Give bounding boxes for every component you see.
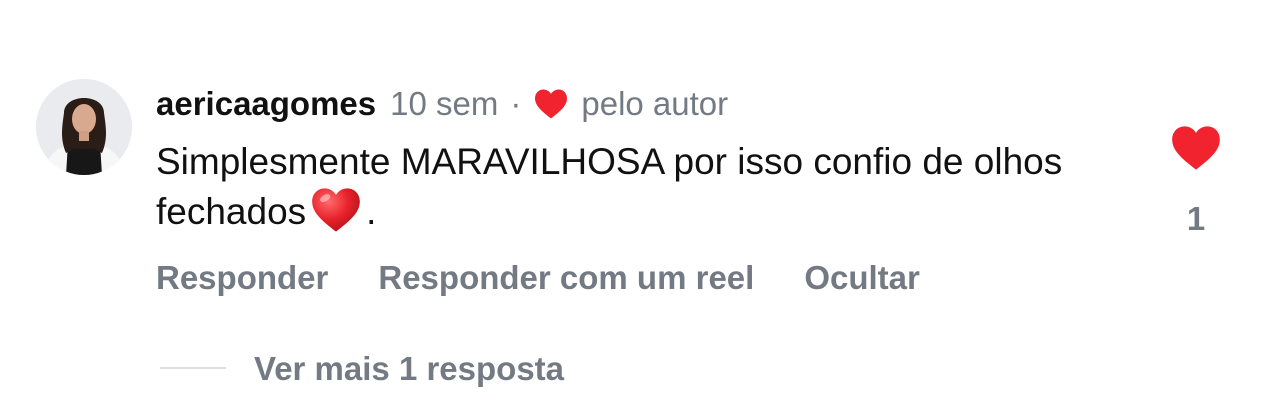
like-count: 1 (1186, 200, 1206, 237)
timestamp: 10 sem (390, 85, 499, 122)
reply-button[interactable]: Responder (156, 259, 328, 297)
like-heart-icon[interactable] (1170, 124, 1222, 172)
heart-icon (533, 88, 569, 120)
reply-with-reel-button[interactable]: Responder com um reel (378, 259, 754, 297)
replies-divider (160, 367, 226, 369)
hide-button[interactable]: Ocultar (804, 259, 920, 297)
avatar-photo (36, 79, 132, 175)
comment-actions: Responder Responder com um reel Ocultar (156, 256, 920, 300)
liked-by-author-label: pelo autor (581, 85, 729, 122)
separator-dot: · (510, 85, 522, 122)
view-replies-button[interactable]: Ver mais 1 resposta (254, 347, 564, 391)
comment-text-end: . (366, 191, 377, 232)
comment-header: aericaagomes 10 sem · pelo autor (156, 84, 728, 124)
avatar[interactable] (36, 79, 132, 175)
heart-emoji-icon (310, 186, 362, 234)
username[interactable]: aericaagomes (156, 85, 376, 123)
comment-text: Simplesmente MARAVILHOSA por isso confio… (156, 138, 1136, 236)
comment-text-main: Simplesmente MARAVILHOSA por isso confio… (156, 141, 1063, 232)
